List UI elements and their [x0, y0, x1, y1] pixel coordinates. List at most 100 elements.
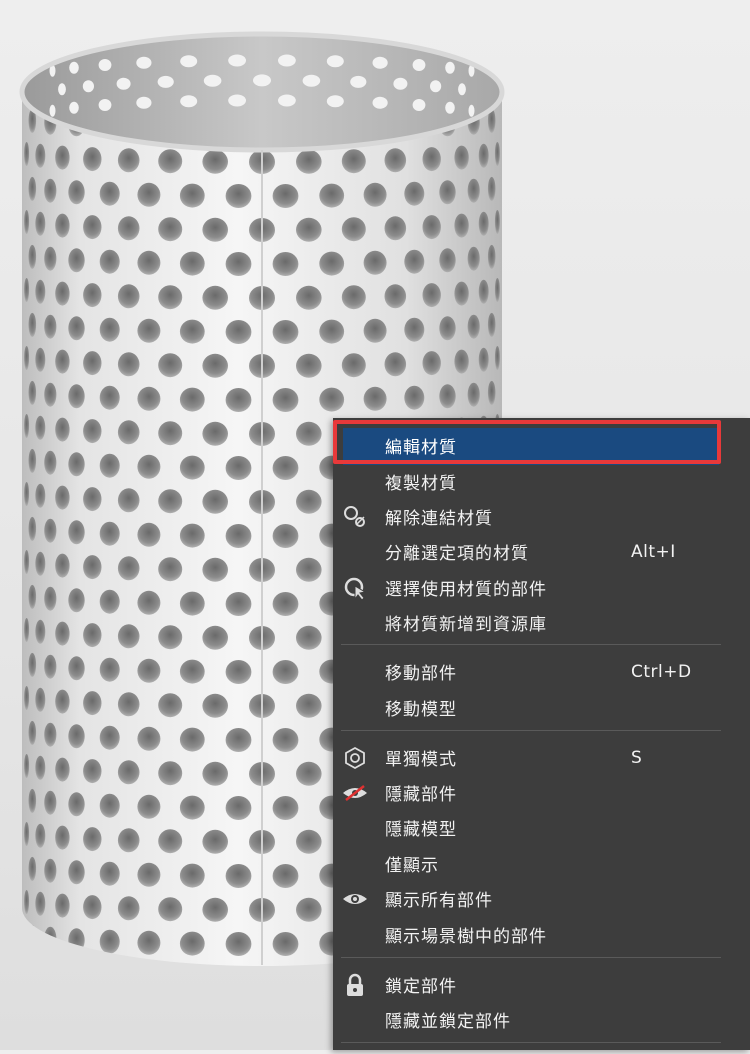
perforation-hole	[68, 724, 85, 749]
perforation-hole	[24, 822, 30, 846]
menu-item-separate-material[interactable]: 分離選定項的材質 Alt+I	[333, 534, 750, 569]
perforation-hole	[467, 314, 480, 339]
perforation-hole	[83, 555, 102, 580]
perforation-hole	[468, 104, 475, 117]
perforation-hole	[363, 386, 387, 411]
perforation-hole	[24, 754, 30, 778]
perforation-hole	[179, 319, 205, 344]
perforation-hole	[117, 352, 140, 377]
perforation-hole	[35, 959, 46, 966]
perforation-hole	[99, 521, 120, 546]
perforation-hole	[478, 143, 489, 168]
perforation-hole	[341, 285, 366, 310]
perforation-hole	[35, 551, 46, 576]
perforation-hole	[326, 95, 344, 108]
perforation-hole	[296, 217, 322, 242]
solo-mode-icon	[341, 744, 369, 772]
perforation-hole	[179, 387, 205, 412]
perforation-hole	[179, 591, 205, 616]
menu-item-move-part[interactable]: 移動部件 Ctrl+D	[333, 654, 750, 689]
perforation-hole	[404, 317, 425, 342]
menu-item-copy-material[interactable]: 複製材質	[333, 464, 750, 499]
perforation-hole	[44, 790, 57, 815]
perforation-hole	[83, 691, 102, 716]
menu-item-lock-part[interactable]: 鎖定部件	[333, 967, 750, 1002]
perforation-hole	[158, 897, 183, 922]
perforation-hole	[82, 80, 94, 93]
menu-item-show-parts-in-scene-tree[interactable]: 顯示場景樹中的部件	[333, 917, 750, 952]
perforation-hole	[179, 251, 205, 276]
perforation-hole	[137, 318, 161, 343]
perforation-hole	[158, 489, 183, 514]
perforation-hole	[24, 210, 30, 234]
perforation-hole	[202, 149, 228, 174]
perforation-hole	[55, 281, 70, 306]
perforation-hole	[179, 863, 205, 888]
perforation-hole	[35, 619, 46, 644]
menu-item-hide-and-lock-part[interactable]: 隱藏並鎖定部件	[333, 1002, 750, 1037]
unlink-icon	[341, 503, 369, 531]
perforation-hole	[68, 860, 85, 885]
perforation-hole	[478, 211, 489, 236]
menu-item-move-model[interactable]: 移動模型	[333, 690, 750, 725]
perforation-hole	[272, 592, 299, 616]
perforation-hole	[225, 456, 252, 480]
perforation-hole	[296, 353, 322, 378]
perforation-hole	[296, 489, 322, 514]
perforation-hole	[55, 757, 70, 782]
perforation-hole	[35, 823, 46, 848]
perforation-hole	[158, 625, 183, 650]
perforation-hole	[296, 421, 322, 446]
perforation-hole	[412, 99, 426, 111]
perforation-hole	[24, 482, 30, 506]
perforation-hole	[99, 793, 120, 818]
menu-item-select-parts-using-material[interactable]: 選擇使用材質的部件	[333, 570, 750, 605]
perforation-hole	[225, 252, 252, 276]
perforation-hole	[158, 421, 183, 446]
perforation-hole	[117, 148, 140, 173]
perforation-hole	[98, 59, 112, 71]
perforation-hole	[24, 278, 30, 302]
menu-item-show-only[interactable]: 僅顯示	[333, 846, 750, 881]
menu-item-hide-model[interactable]: 隱藏模型	[333, 810, 750, 845]
perforation-hole	[363, 182, 387, 207]
perforation-hole	[319, 183, 345, 208]
lock-icon	[341, 971, 369, 999]
perforation-hole	[179, 931, 205, 956]
perforation-hole	[44, 722, 57, 747]
perforation-hole	[372, 96, 388, 109]
perforation-hole	[68, 452, 85, 477]
menu-item-solo-mode[interactable]: 單獨模式 S	[333, 740, 750, 775]
perforation-hole	[136, 96, 152, 109]
perforation-hole	[117, 624, 140, 649]
perforation-hole	[296, 897, 322, 922]
perforation-hole	[28, 856, 37, 881]
perforation-hole	[225, 524, 252, 548]
menu-item-hide-part[interactable]: 隱藏部件	[333, 775, 750, 810]
menu-item-add-material-to-library[interactable]: 將材質新增到資源庫	[333, 605, 750, 640]
menu-item-show-all-parts[interactable]: 顯示所有部件	[333, 881, 750, 916]
perforation-hole	[99, 453, 120, 478]
perforation-hole	[136, 56, 152, 69]
perforation-hole	[341, 217, 366, 242]
perforation-hole	[35, 891, 46, 916]
perforation-hole	[44, 858, 57, 883]
perforation-hole	[55, 893, 70, 918]
perforation-hole	[44, 450, 57, 475]
perforation-hole	[55, 553, 70, 578]
perforation-hole	[350, 75, 367, 88]
perforation-hole	[363, 250, 387, 275]
perforation-hole	[179, 727, 205, 752]
perforation-hole	[253, 74, 271, 87]
perforation-hole	[225, 728, 252, 752]
menu-item-unlink-material[interactable]: 解除連結材質	[333, 499, 750, 534]
perforation-hole	[422, 215, 441, 240]
perforation-hole	[137, 726, 161, 751]
perforation-hole	[137, 862, 161, 887]
perforation-hole	[296, 625, 322, 650]
perforation-hole	[117, 964, 140, 966]
perforation-hole	[99, 385, 120, 410]
perforation-hole	[158, 285, 183, 310]
perforation-hole	[272, 252, 299, 276]
eye-icon	[341, 885, 369, 913]
